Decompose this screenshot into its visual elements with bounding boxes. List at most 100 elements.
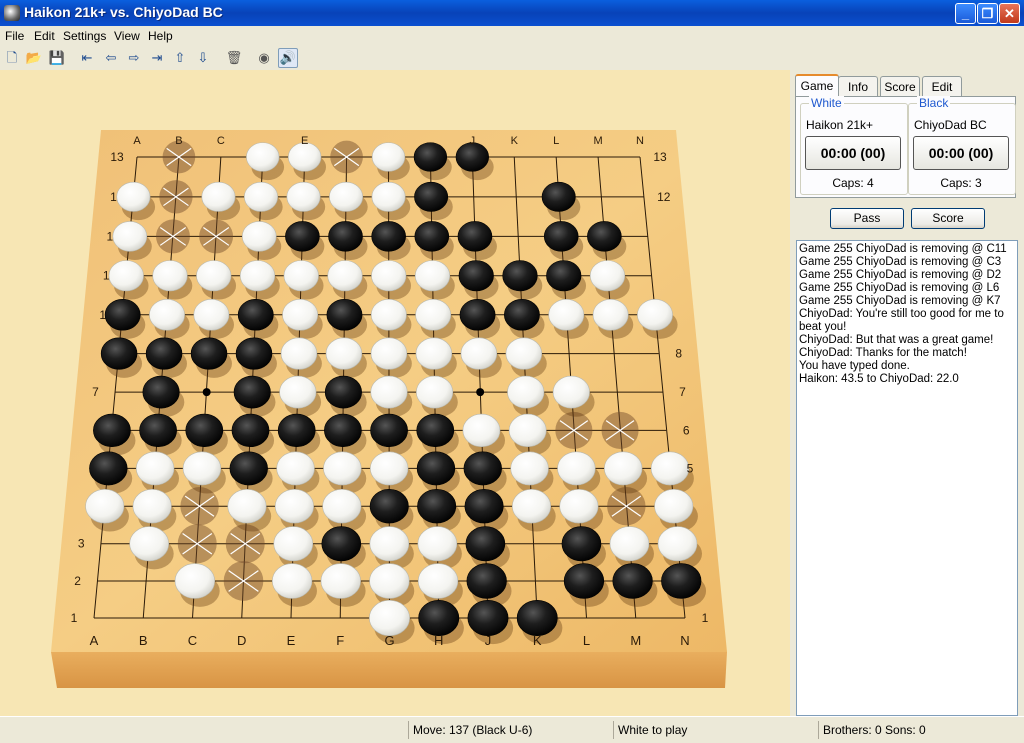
coordinate-label: M bbox=[593, 135, 602, 147]
window-title: Haikon 21k+ vs. ChiyoDad BC bbox=[24, 4, 223, 20]
chat-line: Game 255 ChiyoDad is removing @ C3 bbox=[799, 256, 1002, 268]
menu-settings[interactable]: Settings bbox=[63, 29, 106, 43]
up-variation-icon[interactable]: ⇧ bbox=[171, 49, 189, 67]
tab-info[interactable]: Info bbox=[838, 76, 878, 96]
menu-view[interactable]: View bbox=[114, 29, 140, 43]
coordinate-label: L bbox=[583, 633, 590, 648]
coordinate-label: 5 bbox=[687, 461, 694, 475]
white-legend: White bbox=[809, 96, 844, 110]
coordinate-label: 1 bbox=[702, 611, 709, 625]
coordinate-label: 12 bbox=[657, 190, 671, 204]
white-clock: 00:00 (00) bbox=[805, 136, 901, 170]
coordinate-label: B bbox=[175, 135, 182, 147]
chat-line: Haikon: 43.5 to ChiyoDad: 22.0 bbox=[799, 373, 959, 385]
last-move-icon[interactable]: ⇥ bbox=[148, 49, 166, 67]
coordinate-label: K bbox=[533, 633, 542, 648]
go-board[interactable]: A A B B C C D E E F G H J J K K L L M M N N 13 13 1 12 1 1 1 8 7 7 6 5 3 2 1… bbox=[0, 70, 790, 716]
minimize-button[interactable]: _ bbox=[955, 3, 976, 24]
coordinate-label: G bbox=[384, 633, 394, 648]
territory-mark bbox=[601, 411, 639, 449]
coordinate-label: K bbox=[511, 135, 519, 147]
stone-icon[interactable]: ◉ bbox=[255, 49, 273, 67]
maximize-button[interactable]: ❐ bbox=[977, 3, 998, 24]
coordinate-label: 7 bbox=[92, 385, 99, 399]
sound-icon[interactable]: 🔊 bbox=[278, 48, 298, 68]
coordinate-label: 6 bbox=[683, 423, 690, 437]
chat-line: Game 255 ChiyoDad is removing @ D2 bbox=[799, 269, 1002, 281]
black-player-name: ChiyoDad BC bbox=[914, 118, 987, 132]
white-captures: Caps: 4 bbox=[832, 176, 874, 190]
territory-mark bbox=[159, 180, 193, 214]
territory-mark bbox=[199, 219, 234, 254]
coordinate-label: N bbox=[636, 135, 644, 147]
white-player-name: Haikon 21k+ bbox=[806, 118, 874, 132]
coordinate-label: B bbox=[139, 633, 148, 648]
next-move-icon[interactable]: ⇨ bbox=[125, 49, 143, 67]
game-tab-panel: White Haikon 21k+ 00:00 (00) Caps: 4 Bla… bbox=[795, 96, 1016, 198]
coordinate-label: C bbox=[217, 135, 225, 147]
menu-help[interactable]: Help bbox=[148, 29, 173, 43]
coordinate-label: 1 bbox=[99, 308, 106, 322]
side-panel: Game Info Score Edit White Haikon 21k+ 0… bbox=[790, 70, 1024, 716]
first-move-icon[interactable]: ⇤ bbox=[78, 49, 96, 67]
tab-score[interactable]: Score bbox=[880, 76, 920, 96]
white-player-group: White Haikon 21k+ 00:00 (00) Caps: 4 bbox=[800, 96, 908, 195]
coordinate-label: C bbox=[188, 633, 197, 648]
chat-line: ChiyoDad: You're still too good for me t… bbox=[799, 308, 1004, 333]
territory-mark bbox=[330, 140, 363, 174]
coordinate-label: E bbox=[287, 633, 296, 648]
coordinate-label: 13 bbox=[653, 150, 667, 164]
territory-mark bbox=[555, 411, 593, 449]
black-player-group: Black ChiyoDad BC 00:00 (00) Caps: 3 bbox=[908, 96, 1016, 195]
territory-mark bbox=[177, 524, 217, 564]
title-bar: Haikon 21k+ vs. ChiyoDad BC _ ❐ ✕ bbox=[0, 0, 1024, 26]
coordinate-label: 1 bbox=[71, 611, 78, 625]
coordinate-label: N bbox=[680, 633, 689, 648]
coordinate-label: A bbox=[133, 135, 141, 147]
coordinate-label: D bbox=[237, 633, 246, 648]
delete-icon[interactable]: 🗑 bbox=[225, 49, 243, 67]
chat-line: Game 255 ChiyoDad is removing @ K7 bbox=[799, 295, 1001, 307]
star-point bbox=[202, 388, 211, 397]
previous-move-icon[interactable]: ⇦ bbox=[102, 49, 120, 67]
chat-line: Game 255 ChiyoDad is removing @ C11 bbox=[799, 243, 1007, 255]
chat-line: You have typed done. bbox=[799, 360, 910, 372]
tab-edit[interactable]: Edit bbox=[922, 76, 962, 96]
territory-mark bbox=[155, 219, 190, 254]
down-variation-icon[interactable]: ⇩ bbox=[194, 49, 212, 67]
new-file-icon[interactable]: 🗋 bbox=[3, 49, 21, 67]
chat-log[interactable]: Game 255 ChiyoDad is removing @ C11 Game … bbox=[796, 240, 1018, 716]
coordinate-label: J bbox=[485, 633, 492, 648]
coordinate-label: 1 bbox=[106, 229, 113, 243]
score-button[interactable]: Score bbox=[911, 208, 985, 229]
coordinate-label: J bbox=[470, 135, 476, 147]
black-legend: Black bbox=[917, 96, 951, 110]
pass-button[interactable]: Pass bbox=[830, 208, 904, 229]
toolbar: 🗋 📂 💾 ⇤ ⇦ ⇨ ⇥ ⇧ ⇩ 🗑 ◉ 🔊 bbox=[0, 46, 1024, 71]
coordinate-label: 1 bbox=[103, 269, 110, 283]
coordinate-label: A bbox=[90, 633, 99, 648]
coordinate-label: 2 bbox=[74, 574, 81, 588]
status-bar: Move: 137 (Black U-6) White to play Brot… bbox=[0, 716, 1024, 743]
coordinate-label: 8 bbox=[675, 347, 682, 361]
app-icon[interactable] bbox=[4, 5, 20, 21]
chat-line: Game 255 ChiyoDad is removing @ L6 bbox=[799, 282, 1000, 294]
open-folder-icon[interactable]: 📂 bbox=[25, 49, 43, 67]
star-point bbox=[476, 388, 485, 397]
move-status: Move: 137 (Black U-6) bbox=[408, 721, 613, 739]
turn-status: White to play bbox=[613, 721, 818, 739]
close-button[interactable]: ✕ bbox=[999, 3, 1020, 24]
coordinate-label: 7 bbox=[679, 385, 686, 399]
coordinate-label: L bbox=[553, 135, 559, 147]
tab-game[interactable]: Game bbox=[795, 74, 839, 97]
territory-mark bbox=[223, 561, 264, 601]
chat-line: ChiyoDad: But that was a great game! bbox=[799, 334, 994, 346]
menu-edit[interactable]: Edit bbox=[34, 29, 55, 43]
menu-file[interactable]: File bbox=[5, 29, 24, 43]
tree-status: Brothers: 0 Sons: 0 bbox=[818, 721, 1023, 739]
menu-bar: File Edit Settings View Help bbox=[0, 26, 1024, 46]
save-icon[interactable]: 💾 bbox=[48, 49, 66, 67]
coordinate-label: 13 bbox=[110, 150, 124, 164]
board-area: A A B B C C D E E F G H J J K K L L M M N N 13 13 1 12 1 1 1 8 7 7 6 5 3 2 1… bbox=[0, 70, 790, 716]
chat-line: ChiyoDad: Thanks for the match! bbox=[799, 347, 967, 359]
